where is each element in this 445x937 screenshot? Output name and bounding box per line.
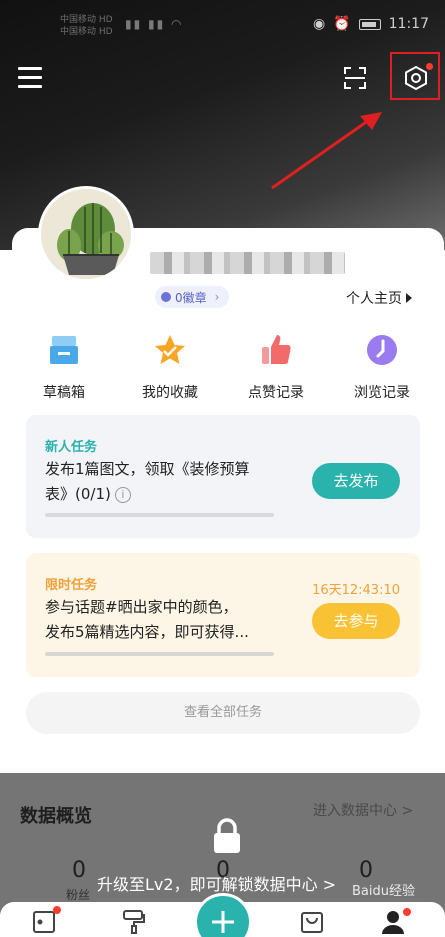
username-blurred [150, 252, 345, 274]
upgrade-prompt[interactable]: 升级至Lv2，即可解锁数据中心 > [97, 871, 336, 895]
watermark: Baidu经验 [352, 884, 415, 899]
signal-icons: ▮▮ ▮▮ ◠ [125, 17, 184, 31]
alarm-icon: ⏰ [333, 16, 351, 32]
quick-item-favorites[interactable]: 我的收藏 [124, 332, 216, 402]
carrier-info: 中国移动 HD 中国移动 HD [60, 14, 113, 38]
eye-icon: ◉ [312, 16, 326, 32]
profile-notification-dot [403, 908, 411, 916]
task-progress-bar [45, 652, 274, 656]
menu-icon[interactable] [18, 67, 42, 89]
task-title: 新人任务 [45, 440, 98, 455]
info-icon[interactable]: i [114, 486, 131, 503]
settings-notification-dot [426, 63, 433, 70]
task-description: 发布1篇图文，领取《装修预算 表》(0/1) i [45, 457, 305, 507]
badge-icon [161, 292, 171, 302]
publish-button[interactable]: 去发布 [312, 463, 400, 499]
task-desc-line: 参与话题#晒出家中的颜色， [45, 598, 238, 616]
data-overview-title: 数据概览 [20, 806, 92, 827]
chevron-right-icon: › [214, 290, 220, 304]
triangle-right-icon [406, 293, 412, 303]
quick-item-likes[interactable]: 点赞记录 [230, 332, 322, 402]
carrier-2: 中国移动 HD [60, 27, 113, 37]
homepage-link[interactable]: 个人主页 [346, 288, 412, 308]
stat-label: 粉丝 [66, 888, 91, 902]
task-countdown: 16天12:43:10 [312, 583, 400, 598]
history-icon [367, 335, 397, 365]
lock-icon [214, 818, 240, 853]
quick-item-label: 点赞记录 [248, 385, 304, 401]
home-notification-dot [53, 906, 61, 914]
settings-icon[interactable] [403, 65, 429, 91]
task-desc-line: 表》(0/1) [45, 485, 111, 503]
quick-item-drafts[interactable]: 草稿箱 [18, 332, 110, 402]
participate-button[interactable]: 去参与 [312, 603, 400, 639]
task-desc-line: 发布1篇图文，领取《装修预算 [45, 460, 250, 478]
scan-icon[interactable] [343, 66, 367, 90]
star-icon [155, 335, 185, 364]
homepage-label: 个人主页 [346, 291, 402, 307]
badge-button[interactable]: 0徽章 › [155, 286, 230, 308]
quick-item-label: 我的收藏 [142, 385, 198, 401]
task-description: 参与话题#晒出家中的颜色， 发布5篇精选内容，即可获得... [45, 595, 305, 645]
quick-item-label: 浏览记录 [354, 385, 410, 401]
task-desc-line: 发布5篇精选内容，即可获得... [45, 623, 249, 641]
status-bar: 中国移动 HD 中国移动 HD ▮▮ ▮▮ ◠ ◉ ⏰ 11:17 [0, 0, 445, 40]
battery-icon [358, 18, 381, 30]
status-time: 11:17 [388, 16, 429, 32]
task-card-newbie: 新人任务 发布1篇图文，领取《装修预算 表》(0/1) i 去发布 [26, 415, 420, 538]
thumbs-up-icon [262, 335, 291, 364]
quick-actions: 草稿箱 我的收藏 点赞记录 浏览记录 [18, 332, 428, 402]
carrier-1: 中国移动 HD [60, 15, 113, 25]
drafts-icon [50, 336, 78, 364]
status-right: ◉ ⏰ 11:17 [313, 16, 429, 32]
avatar[interactable] [38, 186, 134, 282]
settings-highlight-box [390, 52, 440, 100]
red-arrow-annotation [271, 112, 382, 190]
quick-item-history[interactable]: 浏览记录 [336, 332, 428, 402]
badge-label: 0徽章 [175, 290, 207, 305]
task-progress-bar [45, 513, 274, 517]
view-all-tasks-button[interactable]: 查看全部任务 [26, 692, 420, 734]
data-center-link[interactable]: 进入数据中心 > [313, 800, 413, 820]
shop-bag-icon[interactable] [299, 908, 325, 934]
quick-item-label: 草稿箱 [43, 385, 85, 401]
task-title: 限时任务 [45, 578, 98, 593]
task-card-limited: 限时任务 16天12:43:10 参与话题#晒出家中的颜色， 发布5篇精选内容，… [26, 553, 420, 677]
roller-icon[interactable] [121, 908, 147, 934]
stat-value: 0 [72, 858, 86, 883]
